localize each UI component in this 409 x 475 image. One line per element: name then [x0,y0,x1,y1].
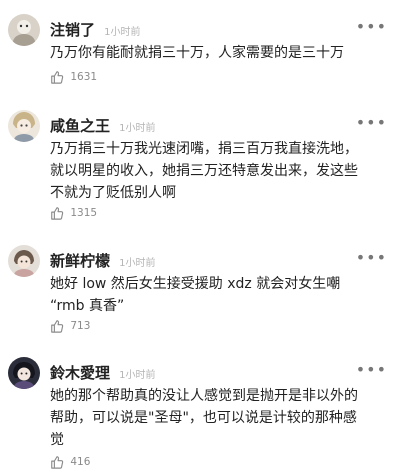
comment-header: 注销了 1小时前 [50,19,140,41]
comment-line: 就以明星的收入，她捐三万还特意发出来，发这些 [50,163,358,179]
username[interactable]: 注销了 [50,19,95,40]
avatar-icon [8,245,40,277]
comment-header: 鈴木愛理 1小时前 [50,362,155,384]
comment-feed: 注销了 1小时前 ••• 乃万你有能耐就捐三十万，人家需要的是三十万 1631 [0,0,409,475]
comment-line: “rmb 真香” [50,298,125,314]
avatar[interactable] [8,14,40,46]
like-count: 1315 [70,207,98,219]
timestamp: 1小时前 [119,258,156,269]
comment-line: 帮助，可以说是"圣母"，也可以说是计较的那种感 [50,410,357,426]
like-button[interactable]: 416 [50,455,90,473]
comment-text: 乃万你有能耐就捐三十万，人家需要的是三十万 [50,42,400,64]
comment-line: 觉 [50,432,64,448]
like-count: 1631 [70,71,98,83]
more-options-icon[interactable]: ••• [356,250,387,266]
avatar-icon [8,14,40,46]
comment-line: 乃万你有能耐就捐三十万，人家需要的是三十万 [50,45,344,61]
more-options-icon[interactable]: ••• [356,115,387,131]
thumbs-up-icon [51,320,64,333]
thumbs-up-icon [51,456,64,469]
like-button[interactable]: 713 [50,319,90,337]
username[interactable]: 咸鱼之王 [50,115,110,136]
avatar[interactable] [8,110,40,142]
more-options-icon[interactable]: ••• [356,362,387,378]
like-count: 713 [70,320,91,332]
comment-header: 咸鱼之王 1小时前 [50,115,155,137]
comment-header: 新鲜柠檬 1小时前 [50,250,155,272]
like-count: 416 [70,456,91,468]
thumbs-up-icon [51,207,64,220]
comment-line: 她好 low 然后女生接受援助 xdz 就会对女生嘲 [50,276,341,292]
timestamp: 1小时前 [119,370,156,381]
comment-text: 她好 low 然后女生接受援助 xdz 就会对女生嘲 “rmb 真香” [50,273,400,317]
avatar[interactable] [8,245,40,277]
comment-text: 乃万捐三十万我光速闭嘴，捐三百万我直接洗地， 就以明星的收入，她捐三万还特意发出… [50,138,400,204]
comment-line: 乃万捐三十万我光速闭嘴，捐三百万我直接洗地， [50,141,358,157]
avatar-icon [8,357,40,389]
username[interactable]: 鈴木愛理 [50,362,110,383]
thumbs-up-icon [51,71,64,84]
avatar-icon [8,110,40,142]
more-options-icon[interactable]: ••• [356,19,387,35]
like-button[interactable]: 1315 [50,206,97,224]
timestamp: 1小时前 [119,123,156,134]
like-button[interactable]: 1631 [50,70,97,88]
comment-line: 不就为了贬低别人啊 [50,185,176,201]
avatar[interactable] [8,357,40,389]
comment-line: 她的那个帮助真的没让人感觉到是抛开是非以外的 [50,388,358,404]
username[interactable]: 新鲜柠檬 [50,250,110,271]
timestamp: 1小时前 [104,27,141,38]
comment-text: 她的那个帮助真的没让人感觉到是抛开是非以外的 帮助，可以说是"圣母"，也可以说是… [50,385,400,451]
